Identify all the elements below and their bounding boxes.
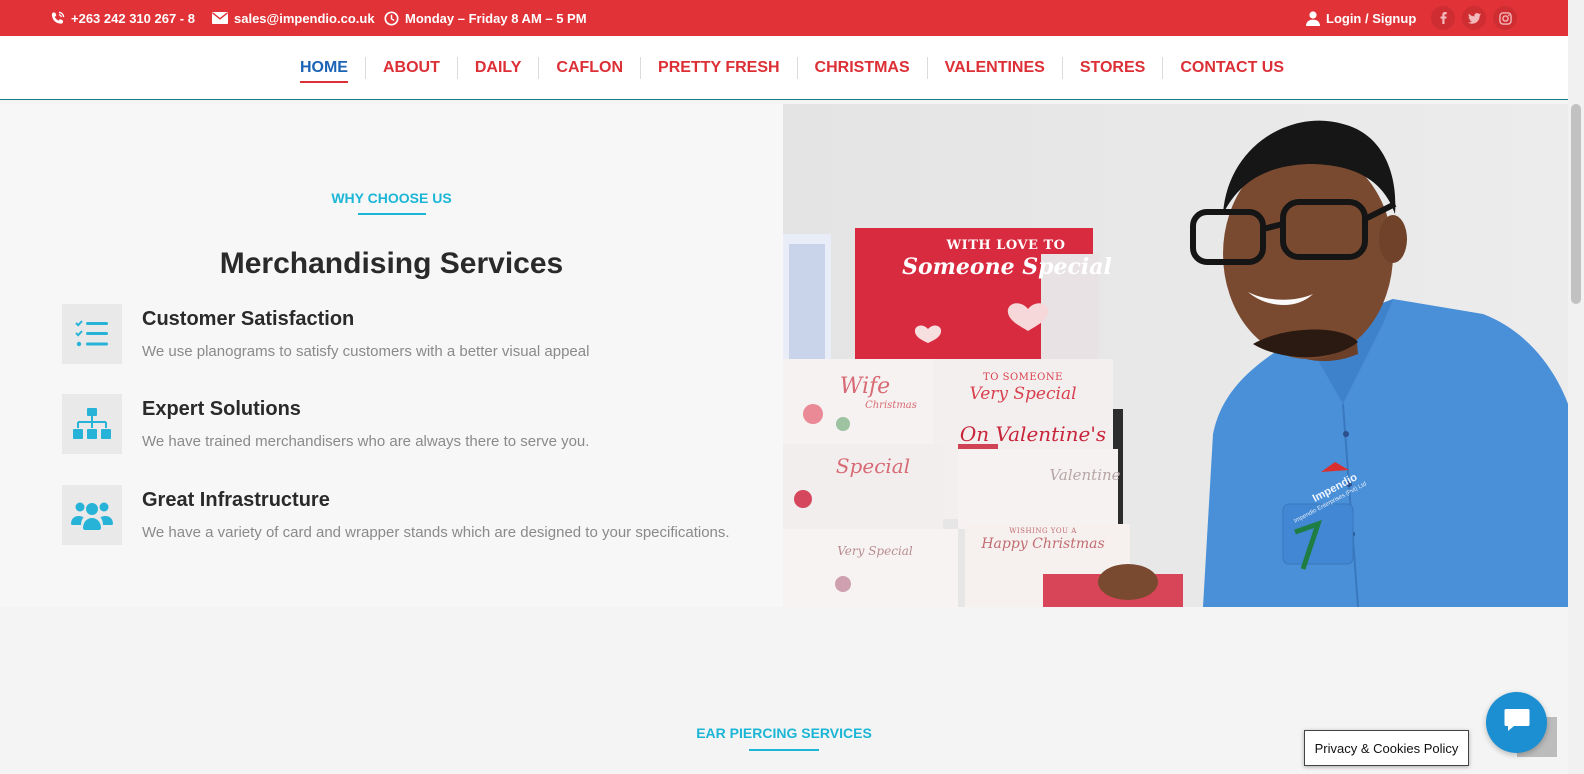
top-bar: +263 242 310 267 - 8 sales@impendio.co.u…	[0, 0, 1584, 36]
card-text: Very Special	[969, 384, 1077, 404]
nav-item-valentines[interactable]: VALENTINES	[928, 36, 1062, 100]
card-text: Very Special	[837, 544, 913, 558]
kicker-underline	[358, 213, 426, 215]
merchandiser-photo: WITH LOVE TO Someone Special TO SOMEONE …	[783, 104, 1568, 607]
nav-item-pretty-fresh[interactable]: PRETTY FRESH	[641, 36, 797, 100]
card-text: Christmas	[865, 400, 917, 411]
card-text: WITH LOVE TO	[946, 238, 1066, 253]
card-text: WISHING YOU A	[1009, 527, 1077, 535]
kicker-underline	[749, 749, 819, 751]
privacy-cookies-policy-button[interactable]: Privacy & Cookies Policy	[1304, 730, 1469, 766]
feature-expert-solutions: Expert Solutions We have trained merchan…	[62, 394, 762, 454]
feature-title: Great Infrastructure	[142, 489, 330, 511]
hours-text: Monday – Friday 8 AM – 5 PM	[405, 10, 587, 26]
feature-description: We have a variety of card and wrapper st…	[142, 524, 730, 541]
twitter-icon[interactable]	[1462, 6, 1486, 30]
scrollbar-thumb[interactable]	[1571, 104, 1581, 304]
feature-title: Customer Satisfaction	[142, 308, 355, 330]
card-text: Happy Christmas	[981, 536, 1105, 552]
section-kicker: WHY CHOOSE US	[331, 190, 452, 206]
email-address: sales@impendio.co.uk	[234, 10, 375, 26]
card-text: Someone Special	[902, 254, 1112, 280]
nav-item-daily[interactable]: DAILY	[458, 36, 539, 100]
envelope-icon	[212, 12, 228, 24]
card-text: Valentine	[1049, 466, 1121, 484]
card-text: Wife	[839, 374, 891, 399]
feature-great-infrastructure: Great Infrastructure We have a variety o…	[62, 485, 762, 545]
facebook-icon[interactable]	[1431, 6, 1455, 30]
feature-description: We have trained merchandisers who are al…	[142, 433, 590, 450]
email-contact[interactable]: sales@impendio.co.uk	[212, 0, 375, 36]
feature-customer-satisfaction: Customer Satisfaction We use planograms …	[62, 304, 762, 364]
nav-item-about[interactable]: ABOUT	[366, 36, 457, 100]
nav-item-home[interactable]: HOME	[283, 36, 365, 100]
feature-description: We use planograms to satisfy customers w…	[142, 343, 590, 360]
nav-item-stores[interactable]: STORES	[1063, 36, 1163, 100]
org-chart-icon	[62, 394, 122, 454]
nav-item-contact-us[interactable]: CONTACT US	[1163, 36, 1301, 100]
chat-bubble-icon	[1504, 708, 1530, 737]
login-label: Login / Signup	[1326, 10, 1417, 26]
feature-title: Expert Solutions	[142, 398, 301, 420]
card-text: Special	[835, 454, 911, 478]
login-signup-link[interactable]: Login / Signup	[1306, 0, 1416, 36]
clock-icon	[384, 10, 399, 26]
users-icon	[62, 485, 122, 545]
nav-item-christmas[interactable]: CHRISTMAS	[798, 36, 927, 100]
section-heading: Merchandising Services	[219, 247, 564, 280]
nav-menu: HOME ABOUT DAILY CAFLON PRETTY FRESH CHR…	[0, 36, 1584, 100]
card-text: TO SOMEONE	[983, 372, 1063, 383]
nav-item-caflon[interactable]: CAFLON	[539, 36, 640, 100]
main-navigation: HOME ABOUT DAILY CAFLON PRETTY FRESH CHR…	[0, 36, 1584, 100]
phone-contact[interactable]: +263 242 310 267 - 8	[50, 0, 195, 36]
user-icon	[1306, 10, 1320, 26]
chat-button[interactable]	[1486, 692, 1547, 753]
why-choose-us-section: WHY CHOOSE US Merchandising Services Cus…	[0, 104, 783, 607]
page-scrollbar[interactable]	[1568, 0, 1584, 774]
phone-number: +263 242 310 267 - 8	[71, 10, 195, 26]
instagram-icon[interactable]	[1493, 6, 1517, 30]
opening-hours: Monday – Friday 8 AM – 5 PM	[384, 0, 587, 36]
card-text: On Valentine's	[959, 422, 1107, 446]
phone-icon	[50, 11, 65, 26]
checklist-icon	[62, 304, 122, 364]
